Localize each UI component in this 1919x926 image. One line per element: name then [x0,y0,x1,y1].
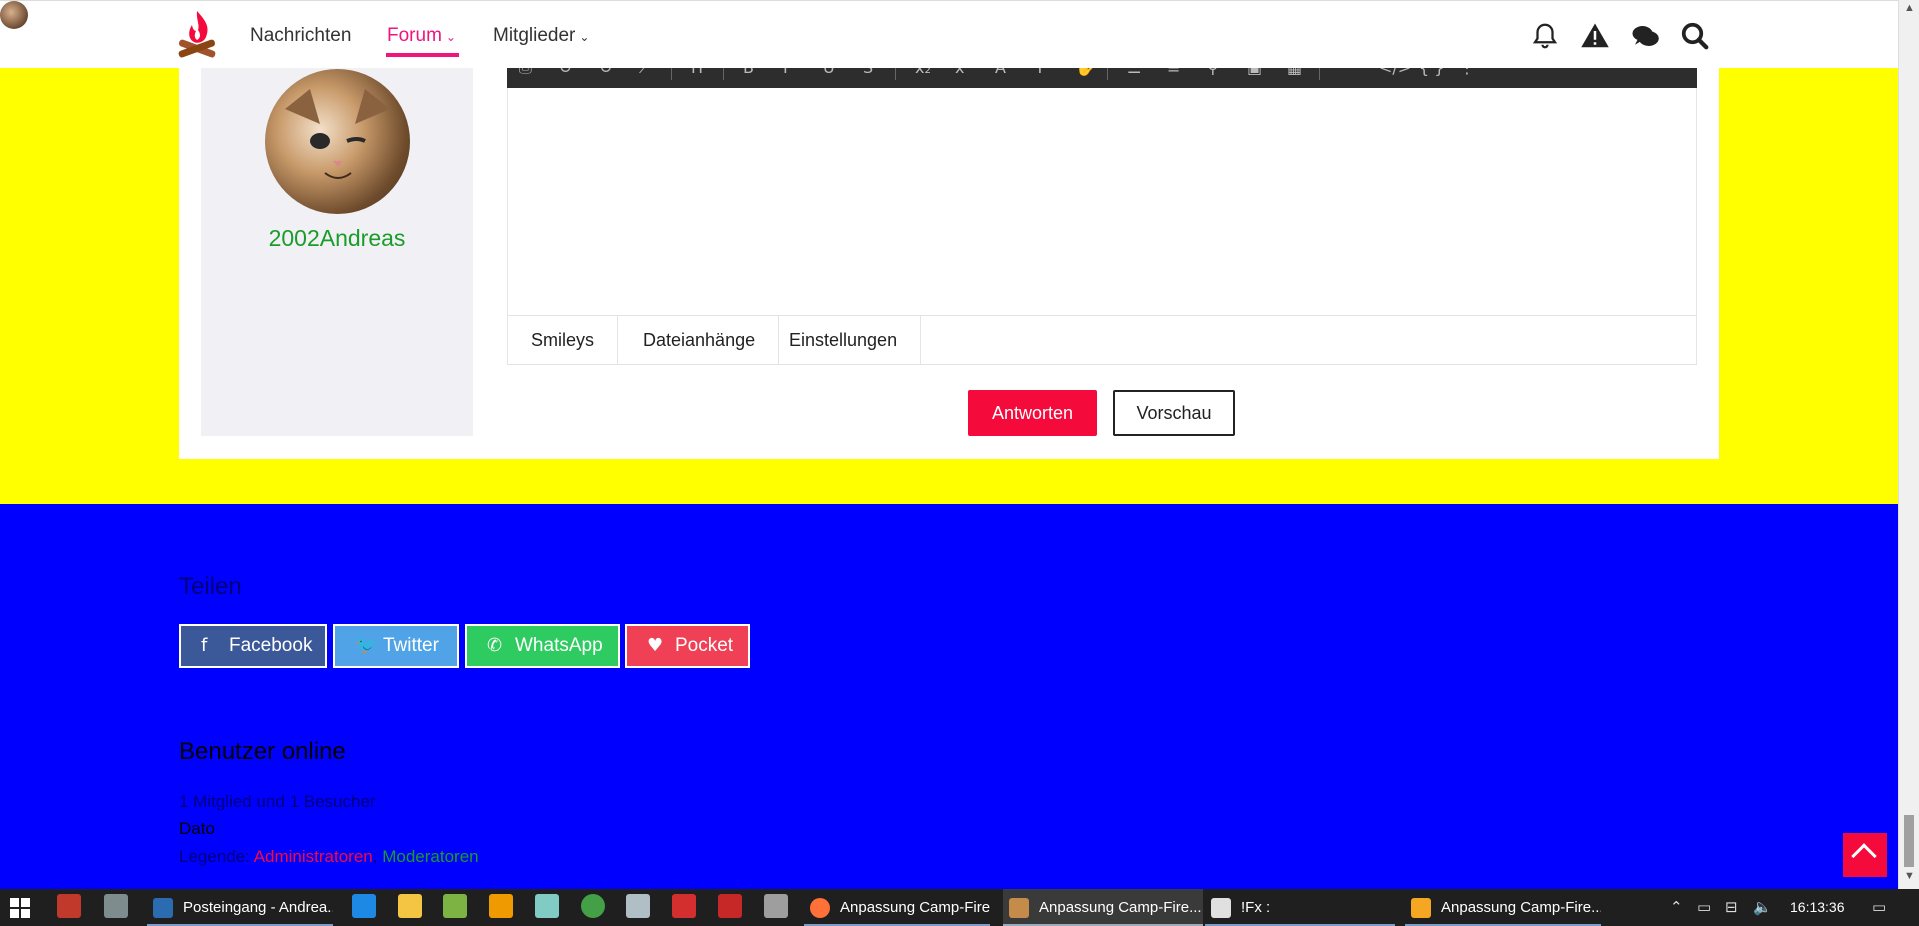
battery-icon[interactable]: ▭ [1697,898,1711,916]
tab-smileys[interactable]: Smileys [508,316,619,364]
browser-icon [1009,898,1029,918]
notepad-icon [1211,898,1231,918]
checkmark-icon[interactable] [581,894,605,918]
mail-icon [153,898,173,918]
tab-settings[interactable]: Einstellungen [766,316,922,364]
share-button-label: Pocket [675,635,734,656]
chevron-down-icon: ⌄ [445,30,456,44]
scroll-up-arrow-icon[interactable]: ▲ [1904,2,1915,14]
online-users-count: 1 Mitglied und 1 Besucher [179,792,376,811]
reply-button[interactable]: Antworten [968,390,1097,436]
share-whatsapp-button[interactable]: ✆ WhatsApp [465,624,620,668]
taskbar-app-icon[interactable] [57,894,81,918]
share-facebook-button[interactable]: f Facebook [179,624,327,668]
whatsapp-icon: ✆ [487,635,503,656]
browser-icon [1411,898,1431,918]
taskbar-clock[interactable]: 16:13:36 [1790,889,1845,926]
twitter-icon: 🐦 [355,635,378,656]
nav-item-forum[interactable]: Forum ⌄ [387,25,456,47]
pocket-icon: ♥ [647,635,664,656]
edge-icon[interactable] [352,894,376,918]
folder-icon[interactable] [398,894,422,918]
scrollbar-thumb[interactable] [1904,815,1914,867]
chat-icon[interactable] [1630,21,1660,51]
share-pocket-button[interactable]: ♥ Pocket [625,624,750,668]
taskbar-window-browser-active[interactable]: Anpassung Camp-Fire... [1003,889,1203,926]
notification-center-icon[interactable]: ▭ [1872,898,1886,916]
taskbar-window-title: !Fx : [1241,899,1271,916]
taskbar-window-title: Anpassung Camp-Fire... [840,899,990,916]
taskbar-app-icon[interactable] [489,894,513,918]
legend-administrators[interactable]: Administratoren [254,847,373,866]
footer [0,504,1898,889]
nav-item-label: Mitglieder [493,25,576,46]
online-users-title: Benutzer online [179,738,346,765]
bell-icon[interactable] [1530,21,1560,51]
active-nav-indicator [386,53,459,57]
share-title: Teilen [179,573,242,600]
firefox-icon [810,898,830,918]
nav-item-label: Forum [387,25,442,46]
warning-icon[interactable] [1580,21,1610,51]
nav-item-nachrichten[interactable]: Nachrichten [250,25,351,47]
taskbar-app-icon[interactable] [764,894,788,918]
share-twitter-button[interactable]: 🐦 Twitter [333,624,459,668]
windows-taskbar: Posteingang - Andrea... Anpassung Camp-F… [0,889,1919,926]
online-legend: Legende: Administratoren, Moderatoren [179,847,479,867]
chevron-up-icon [1851,843,1877,869]
taskbar-window-title: Posteingang - Andrea... [183,899,333,916]
campfire-logo-icon[interactable] [176,7,218,65]
volume-icon[interactable]: 🔈 [1753,898,1772,916]
taskbar-app-icon[interactable] [626,894,650,918]
editor-tabbar: Smileys Dateianhänge Einstellungen [507,315,1697,365]
taskbar-app-icon[interactable] [718,894,742,918]
chevron-down-icon: ⌄ [579,30,590,44]
legend-separator: , [372,847,378,866]
facebook-icon: f [201,635,208,656]
tray-chevron-up-icon[interactable]: ⌃ [1670,898,1683,916]
scroll-down-arrow-icon[interactable]: ▼ [1904,870,1915,882]
taskbar-window-browser[interactable]: Anpassung Camp-Fire... [1405,889,1601,926]
online-user-link[interactable]: Dato [179,819,215,839]
page-scrollbar[interactable]: ▲ ▼ [1898,0,1919,889]
taskbar-window-outlook[interactable]: Posteingang - Andrea... [147,889,333,926]
search-icon[interactable] [1680,21,1710,51]
share-button-label: WhatsApp [515,635,603,656]
scroll-to-top-button[interactable] [1843,833,1887,877]
taskbar-app-icon[interactable] [672,894,696,918]
user-avatar-menu[interactable] [0,1,28,29]
taskbar-window-editor[interactable]: !Fx : [1205,889,1395,926]
taskbar-app-icon[interactable] [443,894,467,918]
legend-label: Legende: [179,847,250,866]
username[interactable]: 2002Andreas [201,225,473,252]
nav-item-mitglieder[interactable]: Mitglieder ⌄ [493,25,589,47]
user-avatar[interactable] [265,69,410,214]
taskbar-window-firefox[interactable]: Anpassung Camp-Fire... [804,889,990,926]
editor-text-area[interactable] [507,88,1697,315]
taskbar-app-icon[interactable] [104,894,128,918]
share-button-label: Twitter [383,635,439,656]
share-button-label: Facebook [229,635,313,656]
legend-moderators[interactable]: Moderatoren [382,847,478,866]
top-navbar: Nachrichten Forum ⌄ Mitglieder ⌄ [0,0,1898,68]
network-icon[interactable]: ⊟ [1725,898,1738,916]
windows-start-icon[interactable] [10,898,30,918]
tab-attachments[interactable]: Dateianhänge [620,316,780,364]
preview-button[interactable]: Vorschau [1113,390,1235,436]
taskbar-window-title: Anpassung Camp-Fire... [1441,899,1601,916]
taskbar-window-title: Anpassung Camp-Fire... [1039,899,1202,916]
taskbar-app-icon[interactable] [535,894,559,918]
